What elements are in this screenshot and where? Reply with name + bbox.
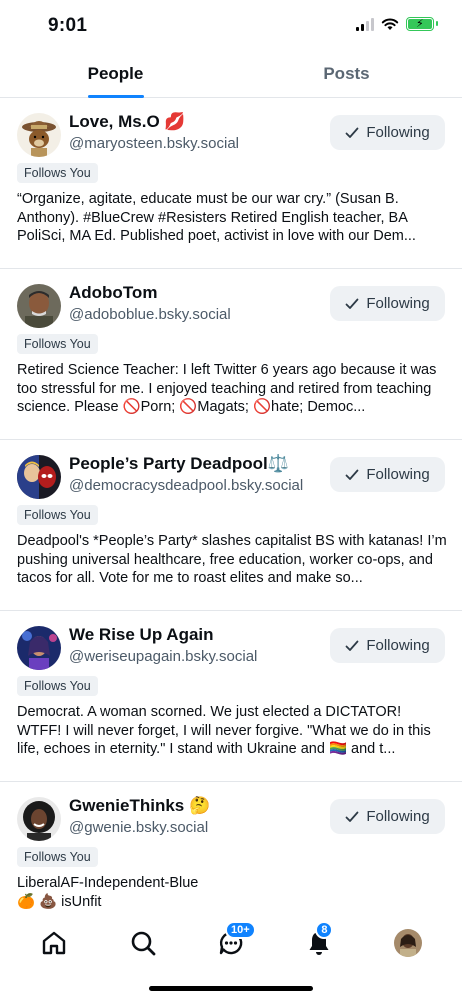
battery-icon: ⚡ [406, 17, 438, 31]
check-icon [345, 469, 359, 480]
list-item[interactable]: We Rise Up Again @weriseupagain.bsky.soc… [0, 611, 462, 782]
following-button[interactable]: Following [330, 115, 445, 150]
handle: @democracysdeadpool.bsky.social [69, 477, 304, 494]
handle: @maryosteen.bsky.social [69, 135, 240, 152]
notification-count-badge: 8 [315, 920, 334, 939]
follows-you-badge: Follows You [17, 163, 98, 183]
following-label: Following [366, 466, 430, 483]
follows-you-badge: Follows You [17, 847, 98, 867]
avatar[interactable] [17, 284, 61, 328]
bottom-nav: 10+ 8 [0, 915, 462, 970]
list-item[interactable]: People’s Party Deadpool⚖️ @democracysdea… [0, 440, 462, 611]
check-icon [345, 811, 359, 822]
signal-icon [356, 17, 374, 31]
search-icon [131, 931, 155, 955]
nav-notifications[interactable]: 8 [299, 920, 339, 963]
avatar[interactable] [17, 797, 61, 841]
profile-avatar [393, 928, 422, 957]
status-icons: ⚡ [356, 17, 438, 31]
status-time: 9:01 [48, 15, 88, 36]
bio-text: Deadpool's *People’s Party* slashes capi… [17, 533, 447, 586]
nav-profile[interactable] [388, 923, 428, 963]
display-name[interactable]: People’s Party Deadpool⚖️ [69, 454, 289, 474]
handle: @gwenie.bsky.social [69, 819, 209, 836]
following-label: Following [366, 124, 430, 141]
avatar[interactable] [17, 455, 61, 499]
follows-you-badge: Follows You [17, 676, 98, 696]
nav-chat[interactable]: 10+ [211, 920, 256, 963]
tab-bar: People Posts [0, 56, 462, 98]
bio-text: Retired Science Teacher: I left Twitter … [17, 362, 437, 415]
wifi-icon [381, 18, 399, 30]
people-list: Love, Ms.O 💋 @maryosteen.bsky.social Fol… [0, 98, 462, 953]
avatar[interactable] [17, 626, 61, 670]
display-name[interactable]: Love, Ms.O 💋 [69, 112, 186, 132]
avatar[interactable] [17, 113, 61, 157]
home-indicator [149, 986, 313, 991]
bio-text: Democrat. A woman scorned. We just elect… [17, 704, 431, 757]
list-item[interactable]: Love, Ms.O 💋 @maryosteen.bsky.social Fol… [0, 98, 462, 269]
display-name[interactable]: GwenieThinks 🤔 [69, 796, 210, 816]
nav-home[interactable] [34, 923, 74, 963]
following-button[interactable]: Following [330, 799, 445, 834]
follows-you-badge: Follows You [17, 505, 98, 525]
nav-search[interactable] [123, 923, 163, 963]
display-name[interactable]: AdoboTom [69, 283, 157, 303]
status-bar: 9:01 ⚡ [0, 0, 462, 54]
tab-people[interactable]: People [0, 56, 231, 98]
following-label: Following [366, 295, 430, 312]
check-icon [345, 640, 359, 651]
follows-you-badge: Follows You [17, 334, 98, 354]
check-icon [345, 298, 359, 309]
following-label: Following [366, 808, 430, 825]
handle: @weriseupagain.bsky.social [69, 648, 258, 665]
bio-text: “Organize, agitate, educate must be our … [17, 191, 416, 244]
following-button[interactable]: Following [330, 628, 445, 663]
list-item[interactable]: AdoboTom @adoboblue.bsky.social Followin… [0, 269, 462, 440]
tab-posts-label: Posts [323, 64, 370, 83]
chat-count-badge: 10+ [224, 920, 256, 939]
following-button[interactable]: Following [330, 457, 445, 492]
home-icon [42, 931, 66, 954]
following-button[interactable]: Following [330, 286, 445, 321]
display-name[interactable]: We Rise Up Again [69, 625, 214, 645]
tab-posts[interactable]: Posts [231, 56, 462, 97]
handle: @adoboblue.bsky.social [69, 306, 231, 323]
check-icon [345, 127, 359, 138]
following-label: Following [366, 637, 430, 654]
tab-people-label: People [87, 64, 144, 83]
